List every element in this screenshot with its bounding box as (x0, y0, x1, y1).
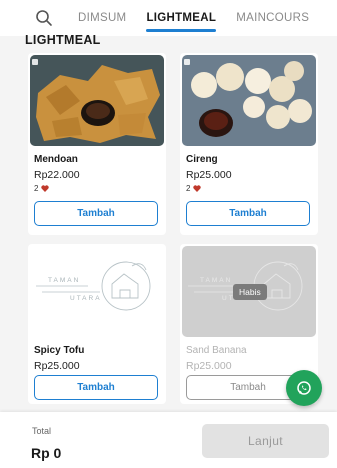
category-tab-bar: DIMSUM LIGHTMEAL MAINCOURS (0, 0, 337, 36)
product-name: Cireng (186, 154, 218, 165)
product-image-cireng (182, 55, 316, 146)
add-button[interactable]: Tambah (34, 201, 158, 226)
whatsapp-button[interactable] (286, 370, 322, 406)
continue-button[interactable]: Lanjut (202, 424, 329, 458)
svg-text:UTARA: UTARA (70, 295, 102, 302)
heart-icon (41, 185, 50, 192)
like-count: 2 (186, 184, 202, 193)
checkout-bar: Total Rp 0 Lanjut (0, 412, 337, 468)
product-name: Mendoan (34, 154, 78, 165)
product-image-mendoan (30, 55, 164, 146)
tab-maincourse[interactable]: MAINCOURS (236, 0, 309, 36)
search-icon (36, 10, 52, 26)
section-title: LIGHTMEAL (25, 33, 101, 47)
tab-lightmeal[interactable]: LIGHTMEAL (146, 0, 217, 36)
product-card-mendoan[interactable]: Mendoan Rp22.000 2 Tambah (28, 53, 166, 235)
total-value: Rp 0 (31, 445, 62, 461)
category-tabs: DIMSUM LIGHTMEAL MAINCOURS (64, 0, 309, 36)
product-name: Spicy Tofu (34, 345, 85, 356)
like-count-value: 2 (186, 184, 191, 193)
product-price: Rp25.000 (34, 360, 80, 372)
taman-utara-logo: TAMAN UTARA (36, 261, 151, 311)
product-name: Sand Banana (186, 345, 247, 356)
product-price: Rp25.000 (186, 169, 232, 181)
product-image-placeholder: TAMAN UTARA (30, 246, 164, 337)
sold-out-badge: Habis (233, 284, 267, 300)
search-button[interactable] (24, 0, 64, 36)
like-count-value: 2 (34, 184, 39, 193)
heart-icon (193, 185, 202, 192)
product-price: Rp25.000 (186, 360, 232, 372)
whatsapp-icon (297, 381, 311, 395)
product-card-spicy-tofu[interactable]: TAMAN UTARA Spicy Tofu Rp25.000 Tambah (28, 244, 166, 404)
like-count: 2 (34, 184, 50, 193)
product-image-placeholder: TAMAN UTARA Habis (182, 246, 316, 337)
svg-text:TAMAN: TAMAN (200, 277, 232, 284)
add-button[interactable]: Tambah (34, 375, 158, 400)
total-label: Total (32, 426, 52, 436)
product-price: Rp22.000 (34, 169, 80, 181)
tab-dimsum[interactable]: DIMSUM (78, 0, 126, 36)
svg-text:TAMAN: TAMAN (48, 277, 80, 284)
add-button[interactable]: Tambah (186, 201, 310, 226)
product-card-cireng[interactable]: Cireng Rp25.000 2 Tambah (180, 53, 318, 235)
